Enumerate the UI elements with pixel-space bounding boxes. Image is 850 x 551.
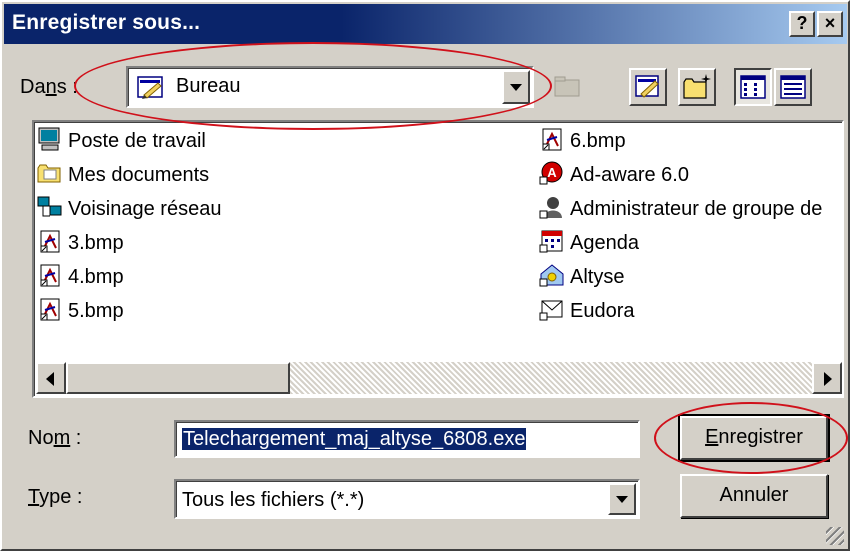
file-item[interactable]: 6.bmp [538,126,626,156]
chevron-down-icon [510,84,522,91]
dialog-title: Enregistrer sous... [12,11,201,34]
file-item-label: Poste de travail [68,129,206,152]
file-item-label: Mes documents [68,163,210,186]
bitmap-file-icon [36,228,68,258]
filename-value: Telechargement_maj_altyse_6808.exe [182,428,527,450]
details-view-icon [776,75,810,109]
file-item[interactable]: Poste de travail [36,126,206,156]
filetype-combo[interactable]: Tous les fichiers (*.*) [174,479,640,519]
file-item[interactable]: Agenda [538,228,639,258]
location-dropdown-button[interactable] [502,70,530,104]
scroll-thumb[interactable] [66,362,290,394]
file-item[interactable]: Voisinage réseau [36,194,221,224]
file-item-label: 5.bmp [68,299,124,322]
filetype-dropdown-button[interactable] [608,483,636,515]
list-view-button[interactable] [734,68,772,106]
scroll-right-button[interactable] [812,362,842,394]
file-list[interactable]: Poste de travail Mes documents Voisinage r… [32,120,844,398]
svg-text:A: A [547,165,557,180]
file-item[interactable]: A Ad-aware 6.0 [538,160,689,190]
desktop-icon [631,75,665,109]
new-folder-icon [680,74,714,109]
file-item[interactable]: 3.bmp [36,228,124,258]
file-item-label: Voisinage réseau [68,197,222,220]
up-folder-button[interactable] [548,68,586,106]
admin-shortcut-icon [538,194,570,224]
new-folder-button[interactable] [678,68,716,106]
altyse-shortcut-icon [538,262,570,292]
resize-grip[interactable] [826,527,844,545]
file-item-label: 3.bmp [68,231,124,254]
file-item-label: Eudora [570,299,635,322]
filetype-label: Type : [28,486,83,508]
cancel-button[interactable]: Annuler [680,474,828,518]
network-icon [36,194,68,224]
desktop-folder-icon [136,73,166,101]
close-button[interactable]: × [817,11,843,37]
desktop-button[interactable] [629,68,667,106]
filetype-value: Tous les fichiers (*.*) [182,489,365,511]
file-item-label: 4.bmp [68,265,124,288]
title-bar[interactable]: Enregistrer sous... ? × [4,4,847,44]
help-button[interactable]: ? [789,11,815,37]
bitmap-file-icon [36,296,68,326]
file-item-label: Administrateur de groupe de [570,197,823,220]
arrow-right-icon [824,372,832,386]
location-label: Dans : [20,76,78,98]
file-item-label: Agenda [570,231,639,254]
file-item[interactable]: Eudora [538,296,635,326]
computer-icon [36,126,68,156]
file-item[interactable]: 4.bmp [36,262,124,292]
horizontal-scrollbar[interactable] [36,362,842,394]
bitmap-file-icon [538,126,570,156]
save-button[interactable]: Enregistrer [678,414,830,462]
location-value: Bureau [176,75,241,97]
filename-input[interactable]: Telechargement_maj_altyse_6808.exe [174,420,640,458]
list-view-icon [736,75,770,109]
file-item[interactable]: Altyse [538,262,624,292]
arrow-left-icon [46,372,54,386]
file-item-label: Altyse [570,265,625,288]
file-item-label: 6.bmp [570,129,626,152]
save-as-dialog: Enregistrer sous... ? × Dans : Bureau Po… [0,0,850,551]
eudora-shortcut-icon [538,296,570,326]
chevron-down-icon [616,496,628,503]
agenda-shortcut-icon [538,228,570,258]
file-item-label: Ad-aware 6.0 [570,163,689,186]
file-item[interactable]: 5.bmp [36,296,124,326]
bitmap-file-icon [36,262,68,292]
documents-folder-icon [36,160,68,190]
file-item[interactable]: Administrateur de groupe de [538,194,822,224]
location-combo[interactable]: Bureau [126,66,534,108]
scroll-left-button[interactable] [36,362,66,394]
details-view-button[interactable] [774,68,812,106]
file-item[interactable]: Mes documents [36,160,209,190]
up-folder-icon [550,76,584,109]
adaware-shortcut-icon: A [538,160,570,190]
filename-label: Nom : [28,427,82,449]
